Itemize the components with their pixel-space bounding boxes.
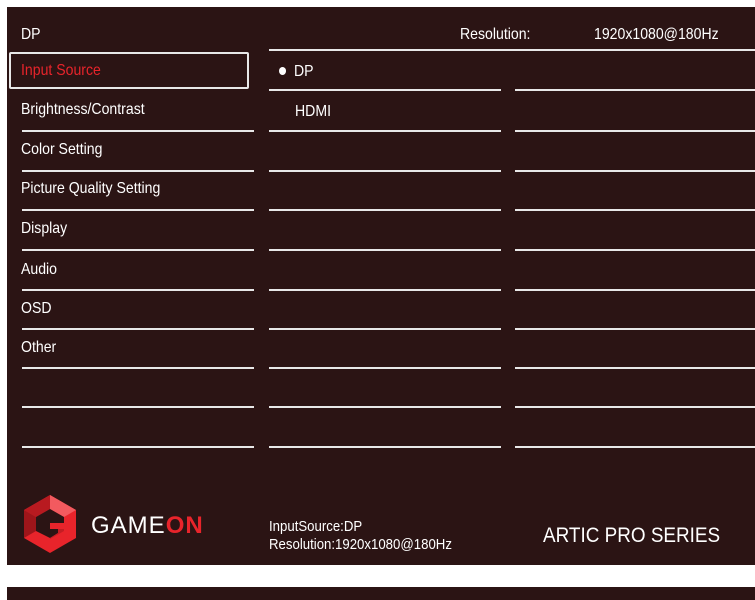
- submenu-divider: [269, 209, 501, 211]
- gameon-logo: GAMEON: [20, 493, 250, 559]
- value-divider: [515, 289, 755, 291]
- header-divider: [269, 49, 755, 51]
- radio-dot-icon: [279, 66, 287, 75]
- menu-divider: [22, 170, 254, 172]
- menu-item-audio[interactable]: Audio: [21, 261, 57, 279]
- gameon-logo-icon: [24, 495, 76, 553]
- menu-item-color-setting[interactable]: Color Setting: [21, 141, 102, 159]
- value-divider: [515, 130, 755, 132]
- brand-name: GAMEON: [91, 512, 204, 539]
- submenu-divider: [269, 289, 501, 291]
- value-divider: [515, 367, 755, 369]
- value-divider: [515, 209, 755, 211]
- menu-item-display[interactable]: Display: [21, 220, 67, 238]
- menu-divider: [22, 209, 254, 211]
- input-source-info: InputSource:DP: [269, 518, 363, 535]
- value-divider: [515, 406, 755, 408]
- bottom-strip: [7, 587, 755, 600]
- submenu-divider: [269, 89, 501, 91]
- current-input-label: DP: [21, 26, 41, 43]
- menu-divider: [22, 289, 254, 291]
- value-divider: [515, 328, 755, 330]
- submenu-divider: [269, 249, 501, 251]
- series-name: ARTIC PRO SERIES: [543, 524, 721, 547]
- submenu-divider: [269, 130, 501, 132]
- option-dp[interactable]: DP: [279, 63, 314, 81]
- resolution-value: 1920x1080@180Hz: [594, 26, 719, 43]
- menu-divider: [22, 130, 254, 132]
- menu-item-brightness-contrast[interactable]: Brightness/Contrast: [21, 101, 145, 119]
- menu-item-osd[interactable]: OSD: [21, 300, 52, 318]
- resolution-label: Resolution:: [460, 26, 531, 43]
- menu-divider: [22, 446, 254, 448]
- value-divider: [515, 89, 755, 91]
- submenu-divider: [269, 406, 501, 408]
- menu-divider: [22, 328, 254, 330]
- submenu-divider: [269, 367, 501, 369]
- value-divider: [515, 249, 755, 251]
- value-divider: [515, 170, 755, 172]
- menu-item-input-source[interactable]: Input Source: [21, 62, 101, 80]
- submenu-divider: [269, 328, 501, 330]
- submenu-divider: [269, 170, 501, 172]
- menu-item-picture-quality[interactable]: Picture Quality Setting: [21, 180, 160, 198]
- osd-menu: DP Resolution: 1920x1080@180Hz Input Sou…: [7, 7, 755, 565]
- submenu-divider: [269, 446, 501, 448]
- value-divider: [515, 446, 755, 448]
- resolution-info: Resolution:1920x1080@180Hz: [269, 536, 452, 553]
- menu-divider: [22, 367, 254, 369]
- menu-item-other[interactable]: Other: [21, 339, 56, 357]
- menu-divider: [22, 406, 254, 408]
- option-hdmi[interactable]: HDMI: [295, 103, 331, 121]
- menu-divider: [22, 249, 254, 251]
